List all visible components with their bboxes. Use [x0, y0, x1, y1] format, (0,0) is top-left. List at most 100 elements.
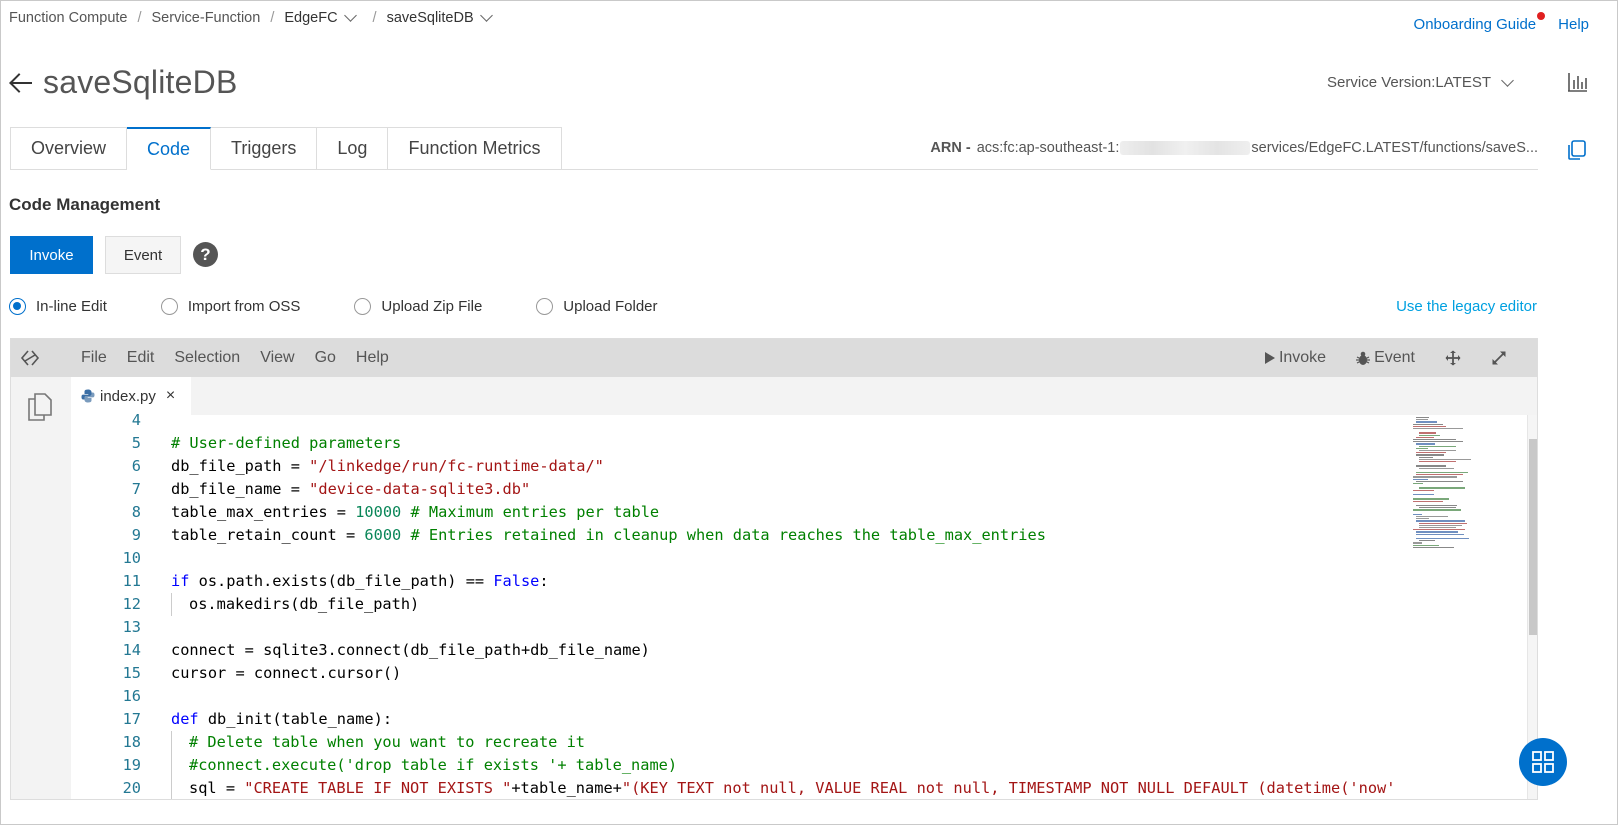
minimap-line	[1413, 441, 1463, 443]
floating-apps-button[interactable]	[1519, 738, 1567, 786]
minimap-line	[1416, 436, 1435, 439]
event-button[interactable]: Event	[105, 236, 181, 274]
minimap-line	[1419, 527, 1456, 529]
line-number: 4	[131, 411, 141, 429]
code-comment: # Entries retained in cleanup when data …	[401, 526, 1046, 544]
scrollbar-thumb[interactable]	[1529, 439, 1537, 635]
editor-menubar: File Edit Selection View Go Help Invoke …	[11, 339, 1537, 377]
code-editor: File Edit Selection View Go Help Invoke …	[10, 338, 1538, 800]
service-version-select[interactable]: Service Version:LATEST	[1327, 73, 1514, 91]
minimap-line	[1419, 507, 1456, 509]
radio-label: Upload Folder	[563, 298, 658, 315]
editor-event-label: Event	[1374, 349, 1415, 366]
help-link[interactable]: Help	[1558, 16, 1589, 33]
tab-log[interactable]: Log	[317, 127, 389, 170]
move-icon[interactable]	[1445, 350, 1461, 366]
minimap-line	[1419, 487, 1465, 489]
minimap-line	[1413, 546, 1455, 549]
minimap-line	[1413, 476, 1457, 478]
code-minimap[interactable]	[1411, 415, 1527, 799]
notification-dot	[1537, 12, 1546, 20]
minimap-line	[1416, 518, 1430, 520]
legacy-editor-link[interactable]: Use the legacy editor	[1396, 298, 1537, 315]
tab-overview[interactable]: Overview	[10, 127, 128, 170]
menu-selection[interactable]: Selection	[174, 349, 240, 367]
line-number: 8	[131, 503, 141, 521]
onboarding-guide-link[interactable]: Onboarding Guide	[1413, 12, 1546, 33]
minimap-line	[1413, 542, 1422, 544]
chevron-down-icon	[343, 9, 357, 22]
minimap-line	[1419, 432, 1436, 434]
line-number: 9	[131, 526, 141, 544]
menu-file[interactable]: File	[81, 349, 107, 367]
play-icon	[1264, 352, 1275, 364]
minimap-line	[1416, 538, 1469, 540]
code-area[interactable]: 4 5 # User-defined parameters 6 db_file_pa…	[71, 411, 1411, 799]
minimap-line	[1419, 540, 1435, 542]
breadcrumb-service-function[interactable]: Service-Function	[152, 10, 261, 26]
minimap-line	[1416, 454, 1444, 456]
minimap-line	[1416, 419, 1428, 421]
code-text: sql =	[189, 779, 245, 797]
indent-guide	[171, 593, 172, 616]
service-version-label: Service Version:LATEST	[1327, 74, 1491, 91]
breadcrumb-function-compute[interactable]: Function Compute	[9, 10, 127, 26]
invoke-button[interactable]: Invoke	[10, 236, 93, 274]
onboarding-guide-label: Onboarding Guide	[1413, 16, 1537, 33]
minimap-line	[1413, 544, 1439, 546]
editor-event-button[interactable]: Event	[1356, 349, 1415, 367]
arn-display: ARN - acs:fc:ap-southeast-1: services/Ed…	[930, 140, 1538, 156]
minimap-line	[1419, 434, 1440, 436]
menu-go[interactable]: Go	[315, 349, 336, 367]
radio-upload-zip[interactable]: Upload Zip File	[354, 298, 482, 315]
menu-help[interactable]: Help	[356, 349, 389, 367]
tab-bar: Overview Code Triggers Log Function Metr…	[10, 127, 562, 170]
code-text: db_file_name =	[171, 480, 310, 498]
line-number: 15	[122, 664, 141, 682]
line-number: 6	[131, 457, 141, 475]
breadcrumb-service-dropdown[interactable]: EdgeFC	[284, 9, 357, 26]
minimap-line	[1413, 509, 1461, 511]
back-arrow-icon[interactable]	[9, 71, 33, 95]
indent-guide	[171, 731, 172, 799]
explorer-files-icon[interactable]	[28, 393, 52, 421]
radio-label: Upload Zip File	[381, 298, 483, 315]
code-comment: # Maximum entries per table	[401, 503, 660, 521]
editor-activity-bar	[11, 377, 71, 799]
minimap-line	[1419, 456, 1433, 458]
code-keyword: def	[171, 710, 199, 728]
minimap-line	[1416, 465, 1446, 467]
expand-icon[interactable]	[1491, 350, 1507, 366]
bar-chart-icon[interactable]	[1567, 72, 1587, 92]
code-text: connect = sqlite3.connect(db_file_path+d…	[171, 641, 650, 659]
close-icon[interactable]: ×	[166, 387, 175, 405]
tab-triggers[interactable]: Triggers	[211, 127, 318, 170]
code-string: "(KEY TEXT not null, VALUE REAL not null…	[621, 779, 1396, 797]
arn-prefix: acs:fc:ap-southeast-1:	[976, 140, 1120, 156]
code-comment: # Delete table when you want to recreate…	[189, 733, 586, 751]
code-text: db_init(table_name):	[198, 710, 393, 728]
radio-circle	[536, 298, 554, 315]
tab-function-metrics[interactable]: Function Metrics	[388, 127, 562, 170]
chevron-down-icon	[479, 9, 493, 22]
minimap-line	[1416, 452, 1447, 454]
breadcrumb-separator: /	[372, 10, 377, 26]
breadcrumb-function-dropdown[interactable]: saveSqliteDB	[386, 9, 493, 26]
code-text: os.path.exists(db_file_path) ==	[189, 572, 494, 590]
help-icon[interactable]: ?	[193, 242, 218, 267]
radio-upload-folder[interactable]: Upload Folder	[536, 298, 658, 315]
line-number: 14	[122, 641, 141, 659]
radio-import-from-oss[interactable]: Import from OSS	[160, 298, 300, 315]
tab-code[interactable]: Code	[127, 127, 212, 170]
radio-inline-edit[interactable]: In-line Edit	[9, 298, 107, 315]
code-comment: # User-defined parameters	[171, 434, 402, 452]
copy-icon[interactable]	[1568, 140, 1586, 160]
line-number: 5	[131, 434, 141, 452]
breadcrumb-function-label: saveSqliteDB	[386, 10, 474, 26]
line-number: 12	[122, 595, 141, 613]
editor-invoke-button[interactable]: Invoke	[1264, 349, 1326, 367]
menu-view[interactable]: View	[260, 349, 294, 367]
radio-circle	[354, 298, 372, 315]
arn-suffix: services/EdgeFC.LATEST/functions/saveS..…	[1251, 140, 1538, 156]
menu-edit[interactable]: Edit	[127, 349, 155, 367]
